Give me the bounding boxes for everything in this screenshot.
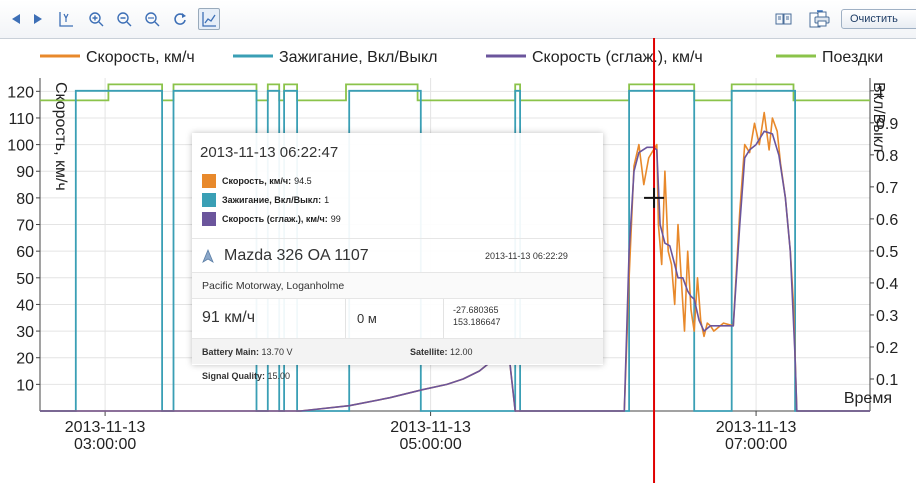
tooltip-time: 2013-11-13 06:22:47	[200, 144, 339, 161]
tooltip-row-value: 1	[324, 195, 330, 205]
legend-label: Поездки	[822, 49, 883, 66]
x-tick-label-time: 07:00:00	[725, 436, 787, 453]
pan-left-icon[interactable]	[6, 9, 26, 29]
y-tick-label-left: 70	[16, 218, 34, 235]
speed-value: 91 км/ч	[202, 309, 256, 326]
y-tick-label-right: 0.7	[876, 180, 898, 197]
signal-row: Signal Quality: 15.00	[192, 363, 603, 389]
tooltip-row-value: 94.5	[294, 176, 312, 186]
battery-label: Battery Main:	[202, 347, 260, 357]
address-row: Pacific Motorway, Loganholme	[192, 272, 603, 299]
vehicle-time: 2013-11-13 06:22:29	[485, 251, 568, 261]
series-trips-line	[40, 83, 870, 102]
y-tick-label-left: 110	[8, 111, 34, 128]
latitude-value: -27.680365	[453, 305, 499, 315]
y-tick-label-left: 20	[16, 351, 34, 368]
line-chart-icon[interactable]	[198, 8, 220, 30]
x-axis-title: Время	[844, 390, 892, 407]
y-tick-label-right: 0.5	[876, 244, 898, 261]
y-tick-label-right: 0.3	[876, 308, 898, 325]
metrics-row: 91 км/ч 0 м -27.680365 153.186647	[192, 298, 603, 339]
pan-right-icon[interactable]	[28, 9, 48, 29]
divider	[443, 299, 444, 339]
legend-label: Зажигание, Вкл/Выкл	[279, 49, 437, 66]
tooltip-row-label: Скорость, км/ч:	[222, 176, 292, 186]
legend-label: Скорость (сглаж.), км/ч	[532, 49, 703, 66]
refresh-icon[interactable]	[170, 9, 190, 29]
satellite-value: 12.00	[450, 347, 473, 357]
y-tick-label-left: 60	[16, 244, 34, 261]
y-tick-label-right: 0.6	[876, 212, 898, 229]
tooltip-row-label: Зажигание, Вкл/Выкл:	[222, 195, 322, 205]
divider	[345, 299, 346, 339]
y-tick-label-left: 100	[7, 138, 34, 155]
zoom-in-icon[interactable]	[86, 9, 106, 29]
y-tick-label-left: 40	[16, 297, 34, 314]
x-tick-label-date: 2013-11-13	[390, 419, 471, 436]
satellite-label: Satellite:	[410, 347, 448, 357]
longitude-value: 153.186647	[453, 317, 501, 327]
x-tick-label-time: 05:00:00	[399, 436, 461, 453]
print-icon[interactable]	[812, 9, 832, 29]
y-tick-label-right: 0.2	[876, 340, 898, 357]
x-tick-label-time: 03:00:00	[74, 436, 136, 453]
toolbar: Очистить	[0, 0, 916, 39]
y-axis-title-left: Скорость, км/ч	[52, 82, 69, 191]
ignition-swatch	[202, 193, 216, 207]
tooltip: 2013-11-13 06:22:47 Скорость, км/ч: 94.5…	[192, 133, 603, 381]
y-axis-title-right: Вкл/Выкл	[870, 82, 887, 152]
battery-main: Battery Main: 13.70 V	[202, 347, 293, 357]
satellite: Satellite: 12.00	[410, 347, 473, 357]
y-tick-label-right: 0.4	[876, 276, 898, 293]
zoom-y-axis-icon[interactable]	[56, 9, 76, 29]
legend-label: Скорость, км/ч	[86, 49, 195, 66]
x-tick-label-date: 2013-11-13	[65, 419, 146, 436]
signal-value: 15.00	[267, 371, 291, 381]
y-tick-label-left: 10	[16, 377, 34, 394]
address: Pacific Motorway, Loganholme	[202, 280, 345, 292]
signal-label: Signal Quality:	[202, 371, 266, 381]
signal-quality: Signal Quality: 15.00	[202, 371, 290, 381]
zoom-reset-icon[interactable]	[142, 9, 162, 29]
y-tick-label-left: 90	[16, 164, 34, 181]
vehicle-row: Mazda 326 OA 1107 2013-11-13 06:22:29	[192, 238, 603, 273]
y-tick-label-left: 80	[16, 191, 34, 208]
x-tick-label-date: 2013-11-13	[716, 419, 797, 436]
tooltip-row-label: Скорость (сглаж.), км/ч:	[222, 214, 328, 224]
tooltip-row-speed: Скорость, км/ч: 94.5	[202, 174, 312, 188]
distance-value: 0 м	[357, 311, 377, 326]
battery-value: 13.70 V	[261, 347, 293, 357]
y-tick-label-right: 0.1	[876, 372, 898, 389]
book-icon[interactable]	[774, 9, 794, 29]
clear-button[interactable]: Очистить	[841, 9, 916, 29]
tooltip-row-value: 99	[330, 214, 341, 224]
tooltip-row-ignition: Зажигание, Вкл/Выкл: 1	[202, 193, 329, 207]
y-tick-label-left: 50	[16, 271, 34, 288]
zoom-out-icon[interactable]	[114, 9, 134, 29]
y-tick-label-left: 120	[7, 84, 34, 101]
speed-swatch	[202, 174, 216, 188]
vehicle-icon	[202, 249, 214, 263]
y-tick-label-left: 30	[16, 324, 34, 341]
smoothed-speed-swatch	[202, 212, 216, 226]
tooltip-row-smoothed-speed: Скорость (сглаж.), км/ч: 99	[202, 212, 341, 226]
sensor-row: Battery Main: 13.70 V Satellite: 12.00	[192, 338, 603, 364]
vehicle-name: Mazda 326 OA 1107	[224, 247, 369, 264]
